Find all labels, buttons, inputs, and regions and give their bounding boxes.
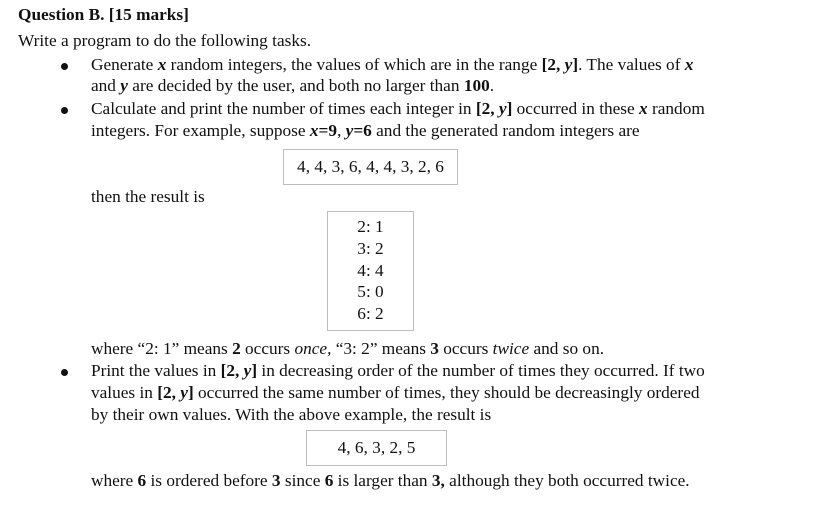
counts-explanation: where “2: 1” means 2 occurs once, “3: 2”… — [91, 338, 604, 360]
var-x: x — [639, 99, 648, 118]
text: “3: 2” means — [331, 339, 431, 358]
text: is larger than — [333, 471, 432, 490]
text: where “2: 1” means — [91, 339, 233, 358]
count-row: 2: 1 — [357, 217, 384, 236]
text: occurs — [240, 339, 295, 358]
range-open: [2, — [157, 383, 181, 402]
final-explanation: where 6 is ordered before 3 since 6 is l… — [91, 470, 690, 492]
text: occurs — [438, 339, 493, 358]
text: and the generated random integers are — [371, 121, 640, 140]
bullet-1-line-1: Generate x random integers, the values o… — [91, 54, 693, 76]
count-row: 3: 2 — [357, 238, 384, 258]
text: values in — [91, 383, 158, 402]
number: 3, — [431, 471, 445, 490]
var-y: y — [498, 99, 507, 118]
text: are decided by the user, and both no lar… — [127, 76, 464, 95]
text: . — [489, 76, 495, 95]
question-intro: Write a program to do the following task… — [18, 31, 312, 50]
var-x: x — [684, 55, 694, 74]
bullet-3-line-2: values in [2, y] occurred the same numbe… — [91, 382, 700, 404]
text: occurred the same number of times, they … — [193, 383, 700, 402]
counts-box: 2: 1 3: 2 4: 4 5: 0 6: 2 — [327, 211, 414, 331]
text: by their own values. With the above exam… — [91, 405, 492, 424]
text: Print the values in — [91, 361, 221, 380]
var-y: y — [120, 76, 128, 95]
y-value: =6 — [353, 121, 372, 140]
limit-value: 100 — [463, 76, 490, 95]
bullet-1-line-2: and y are decided by the user, and both … — [91, 75, 494, 97]
count-row: 4: 4 — [357, 260, 384, 280]
then-result-text: then the result is — [91, 187, 205, 206]
text: since — [280, 471, 325, 490]
text: although they both occurred twice. — [444, 471, 690, 490]
emphasis: once, — [294, 339, 332, 358]
emphasis: twice — [492, 339, 530, 358]
bullet-icon — [61, 369, 68, 376]
x-value: =9 — [318, 121, 338, 140]
text: random integers, the values of which are… — [166, 55, 542, 74]
bullet-3-line-1: Print the values in [2, y] in decreasing… — [91, 360, 705, 382]
bullet-2-line-1: Calculate and print the number of times … — [91, 98, 705, 120]
text: random — [647, 99, 705, 118]
text: , — [337, 121, 346, 140]
text: and — [91, 76, 121, 95]
range-open: [2, — [541, 55, 565, 74]
text: where — [91, 471, 138, 490]
number: 3 — [430, 339, 439, 358]
text: in decreasing order of the number of tim… — [257, 361, 705, 380]
range-open: [2, — [220, 361, 244, 380]
question-title: Question B. [15 marks] — [18, 5, 189, 24]
bullet-3-line-3: by their own values. With the above exam… — [91, 404, 491, 426]
var-x: x — [309, 121, 319, 140]
number: 3 — [271, 471, 281, 490]
count-row: 6: 2 — [357, 304, 384, 324]
var-y: y — [180, 383, 188, 402]
bullet-icon — [61, 107, 68, 114]
text: is ordered before — [146, 471, 272, 490]
text: and so on. — [529, 339, 605, 358]
random-integers: 4, 4, 3, 6, 4, 4, 3, 2, 6 — [297, 157, 444, 176]
sorted-result-box: 4, 6, 3, 2, 5 — [306, 430, 447, 466]
number: 2 — [232, 339, 241, 358]
text: Calculate and print the number of times … — [91, 99, 476, 118]
bullet-icon — [61, 63, 68, 70]
random-integers-box: 4, 4, 3, 6, 4, 4, 3, 2, 6 — [283, 149, 458, 185]
text: occurred in these — [512, 99, 640, 118]
number: 6 — [137, 471, 147, 490]
sorted-result: 4, 6, 3, 2, 5 — [337, 438, 416, 457]
count-row: 5: 0 — [357, 282, 384, 302]
text: integers. For example, suppose — [91, 121, 310, 140]
range-open: [2, — [475, 99, 499, 118]
text: Generate — [91, 55, 158, 74]
bullet-2-line-2: integers. For example, suppose x=9, y=6 … — [91, 120, 640, 142]
text: . The values of — [578, 55, 685, 74]
